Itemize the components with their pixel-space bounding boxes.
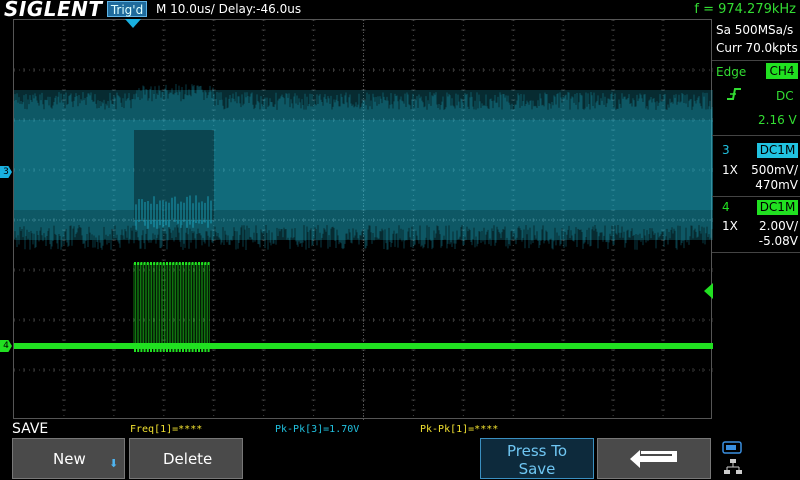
memory-depth: Curr 70.0kpts <box>716 41 798 55</box>
frequency-readout: f = 974.279kHz <box>694 2 796 17</box>
ch4-probe: 1X <box>722 219 738 233</box>
trigger-level: 2.16 V <box>758 113 797 127</box>
ch4-waveform <box>14 343 713 349</box>
measurement-pkpk-ch3: Pk-Pk[3]=1.70V <box>275 424 360 435</box>
menu-title: SAVE <box>12 421 49 437</box>
ch3-offset: 470mV <box>755 178 798 192</box>
divider <box>712 135 800 136</box>
network-icon <box>724 459 742 474</box>
trigger-position-marker[interactable] <box>125 19 141 28</box>
top-bar: SIGLENT Trig'd M 10.0us/ Delay:-46.0us f… <box>0 0 800 21</box>
divider <box>712 60 800 61</box>
trigger-source-badge: CH4 <box>766 63 798 79</box>
new-button[interactable]: New ⬇ <box>12 438 125 479</box>
delete-button-label: Delete <box>163 450 213 468</box>
siglent-logo: SIGLENT <box>4 0 103 21</box>
ch4-label: 4 <box>722 200 730 214</box>
ch3-label: 3 <box>722 143 730 157</box>
ch3-scale: 500mV/ <box>751 163 798 177</box>
divider <box>712 252 800 253</box>
measurement-freq-ch1: Freq[1]=**** <box>130 424 203 435</box>
info-panel: Sa 500MSa/s Curr 70.0kpts Edge CH4 DC 2.… <box>712 19 800 419</box>
trigger-status-badge: Trig'd <box>107 1 147 17</box>
ch3-offset-marker[interactable]: 3 <box>0 166 12 178</box>
measurement-pkpk-ch1: Pk-Pk[1]=**** <box>420 424 499 435</box>
ch4-burst <box>133 263 210 346</box>
rising-edge-icon <box>727 88 741 100</box>
timebase-readout: M 10.0us/ Delay:-46.0us <box>156 2 302 16</box>
usb-icon <box>722 441 742 454</box>
divider <box>712 196 800 197</box>
ch3-waveform <box>14 84 713 250</box>
trigger-coupling: DC <box>776 89 794 103</box>
ch4-offset-marker[interactable]: 4 <box>0 340 12 352</box>
ch3-coupling-badge: DC1M <box>757 143 798 158</box>
trigger-type: Edge <box>716 65 747 79</box>
waveform-canvas <box>14 20 713 420</box>
press-to-save-button[interactable]: Press To Save <box>480 438 594 479</box>
ch4-scale: 2.00V/ <box>759 219 798 233</box>
press-to-save-label-line2: Save <box>518 460 556 478</box>
new-button-label: New <box>53 450 86 468</box>
down-arrow-icon: ⬇ <box>109 457 119 470</box>
delete-button[interactable]: Delete <box>129 438 243 479</box>
return-button[interactable] <box>597 438 711 479</box>
return-icon <box>630 450 677 468</box>
ch3-probe: 1X <box>722 163 738 177</box>
waveform-display[interactable] <box>13 19 713 420</box>
press-to-save-label-line1: Press To <box>506 442 568 460</box>
ch4-offset: -5.08V <box>758 234 798 248</box>
ch4-coupling-badge: DC1M <box>757 200 798 215</box>
sample-rate: Sa 500MSa/s <box>716 23 794 37</box>
